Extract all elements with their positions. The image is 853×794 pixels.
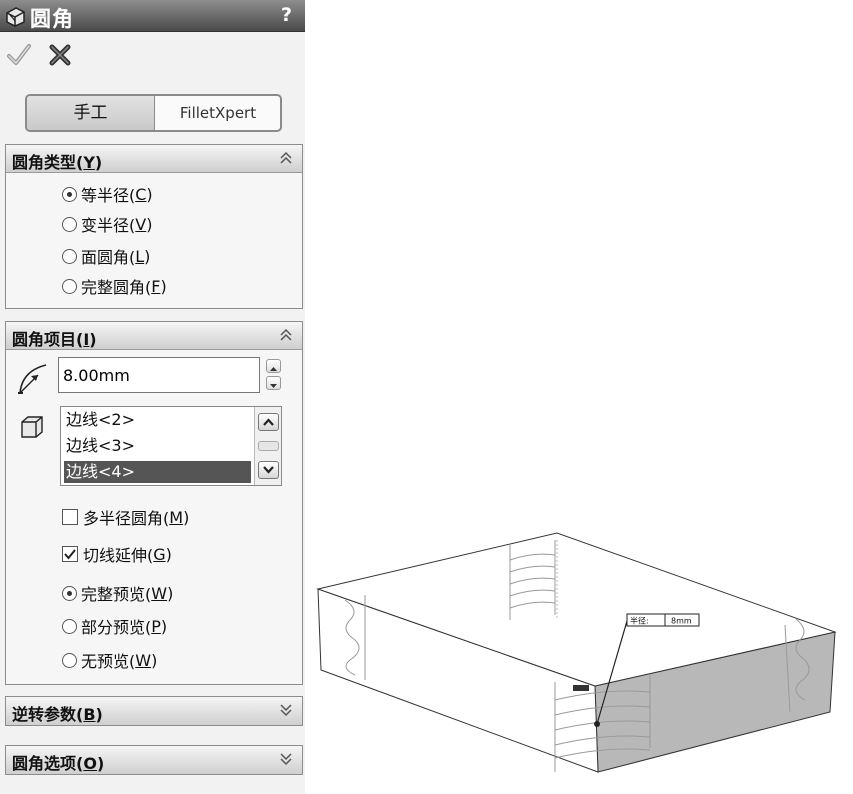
radius-icon bbox=[18, 364, 47, 394]
chevron-down-icon bbox=[263, 466, 274, 474]
multi-radius-checkbox[interactable]: 多半径圆角(M) bbox=[62, 505, 189, 529]
radio-indicator bbox=[62, 216, 77, 232]
fillet-type-title: 圆角类型(Y) bbox=[12, 153, 103, 172]
radio-indicator bbox=[62, 186, 77, 202]
list-item-selected[interactable]: 边线<4> bbox=[64, 461, 251, 483]
callout-value: 8mm bbox=[671, 617, 692, 626]
partial-preview-radio[interactable]: 部分预览(P) bbox=[62, 614, 167, 638]
setback-parameters-group: 逆转参数(B) bbox=[5, 696, 303, 726]
edges-listbox[interactable]: 边线<2> 边线<3> 边线<4> bbox=[60, 406, 282, 486]
face-fillet-radio[interactable]: 面圆角(L) bbox=[62, 244, 150, 268]
box-model: 半径: 8mm bbox=[316, 532, 837, 773]
expand-chevron-icon[interactable] bbox=[279, 751, 293, 767]
handle-marker bbox=[573, 685, 589, 691]
full-preview-radio[interactable]: 完整预览(W) bbox=[62, 581, 173, 605]
help-button[interactable]: ? bbox=[281, 4, 292, 26]
edge-selection-icon bbox=[21, 416, 43, 438]
title-bar: 圆角 ? bbox=[0, 0, 305, 32]
full-round-fillet-radio[interactable]: 完整圆角(F) bbox=[62, 274, 167, 298]
fillet-items-header[interactable]: 圆角项目(I) bbox=[6, 322, 302, 350]
down-arrow-icon bbox=[270, 384, 277, 388]
mode-toggle: 手工 FilletXpert bbox=[25, 94, 282, 132]
panel-title: 圆角 bbox=[30, 7, 74, 31]
no-preview-radio[interactable]: 无预览(W) bbox=[62, 648, 157, 672]
chevron-up-icon bbox=[263, 418, 274, 426]
fillet-options-title: 圆角选项(O) bbox=[12, 754, 105, 773]
checkbox-box bbox=[62, 546, 78, 562]
listbox-scrollbar[interactable] bbox=[254, 407, 281, 485]
list-item[interactable]: 边线<2> bbox=[64, 409, 251, 431]
filletxpert-tab[interactable]: FilletXpert bbox=[156, 96, 280, 130]
check-icon bbox=[64, 549, 76, 560]
fillet-options-group: 圆角选项(O) bbox=[5, 745, 303, 775]
fillet-items-title: 圆角项目(I) bbox=[12, 330, 97, 349]
callout-anchor bbox=[594, 721, 600, 727]
scroll-up-button[interactable] bbox=[258, 413, 279, 431]
setback-parameters-title: 逆转参数(B) bbox=[12, 705, 103, 724]
manual-tab[interactable]: 手工 bbox=[27, 96, 155, 130]
radio-indicator bbox=[62, 652, 77, 668]
setback-parameters-header[interactable]: 逆转参数(B) bbox=[6, 697, 302, 725]
model-viewport[interactable]: 半径: 8mm bbox=[305, 500, 853, 794]
x-icon[interactable] bbox=[47, 42, 73, 68]
collapse-chevron-icon[interactable] bbox=[279, 150, 293, 166]
up-arrow-icon bbox=[270, 367, 277, 371]
checkmark-icon[interactable] bbox=[6, 42, 32, 68]
collapse-chevron-icon[interactable] bbox=[279, 327, 293, 343]
fillet-feature-icon bbox=[6, 7, 25, 27]
radius-input[interactable] bbox=[58, 357, 260, 393]
radius-callout[interactable]: 半径: 8mm bbox=[626, 613, 700, 627]
radius-increment-button[interactable] bbox=[266, 359, 281, 373]
checkbox-box bbox=[62, 509, 78, 525]
callout-label: 半径: bbox=[630, 616, 649, 626]
tangent-propagation-checkbox[interactable]: 切线延伸(G) bbox=[62, 542, 172, 566]
list-item[interactable]: 边线<3> bbox=[64, 435, 251, 457]
fillet-type-group: 圆角类型(Y) 等半径(C) 变半径(V) 面圆角(L) 完整圆角(F) bbox=[5, 144, 303, 309]
radio-indicator bbox=[62, 248, 77, 264]
radio-indicator bbox=[62, 618, 77, 634]
property-manager-panel: 圆角 ? 手工 FilletXpert 圆角类型(Y) 等半径(C) 变半径(V… bbox=[0, 0, 305, 794]
variable-radius-radio[interactable]: 变半径(V) bbox=[62, 212, 152, 236]
scroll-thumb[interactable] bbox=[258, 441, 279, 451]
radio-indicator bbox=[62, 278, 77, 294]
expand-chevron-icon[interactable] bbox=[279, 702, 293, 718]
radius-decrement-button[interactable] bbox=[266, 376, 281, 390]
fillet-options-header[interactable]: 圆角选项(O) bbox=[6, 746, 302, 774]
radio-indicator bbox=[62, 585, 77, 601]
fillet-type-header[interactable]: 圆角类型(Y) bbox=[6, 145, 302, 173]
scroll-down-button[interactable] bbox=[258, 461, 279, 479]
constant-radius-radio[interactable]: 等半径(C) bbox=[62, 182, 153, 206]
